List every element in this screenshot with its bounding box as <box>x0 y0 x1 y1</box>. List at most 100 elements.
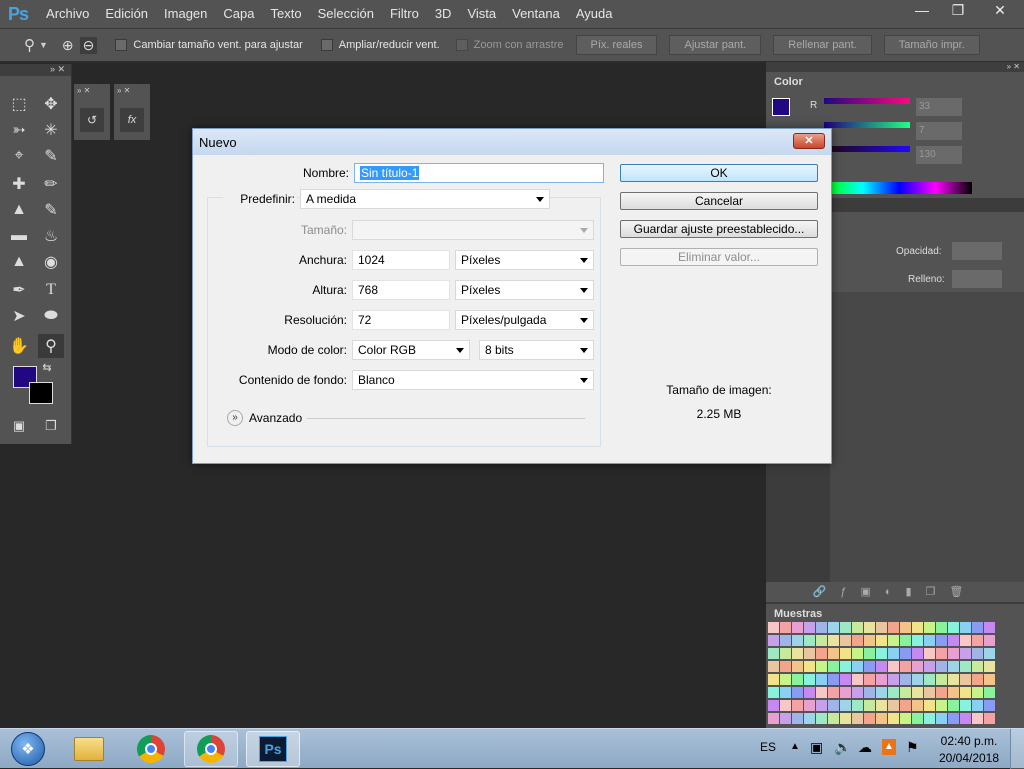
menu-ayuda[interactable]: Ayuda <box>568 0 621 28</box>
swatch[interactable] <box>912 648 923 659</box>
swatch[interactable] <box>876 674 887 685</box>
swatch[interactable] <box>780 635 791 646</box>
scrubby-zoom-checkbox[interactable] <box>455 39 468 51</box>
menu-texto[interactable]: Texto <box>262 0 309 28</box>
dodge-tool-icon[interactable]: ◉ <box>38 250 64 274</box>
eyedropper-icon[interactable]: ✎ <box>38 144 64 168</box>
blur-tool-icon[interactable]: ▲ <box>6 250 32 274</box>
chrome-user-icon[interactable] <box>184 731 238 767</box>
swatch[interactable] <box>804 713 815 724</box>
flag-icon[interactable]: ⚑ <box>906 739 919 756</box>
minimize-icon[interactable]: — <box>904 0 940 20</box>
swatch[interactable] <box>936 648 947 659</box>
red-slider[interactable] <box>824 98 910 104</box>
swatch[interactable] <box>900 648 911 659</box>
hand-tool-icon[interactable]: ✋ <box>6 334 32 358</box>
swatch[interactable] <box>864 661 875 672</box>
swatch[interactable] <box>852 622 863 633</box>
swatch[interactable] <box>924 687 935 698</box>
swatch[interactable] <box>780 674 791 685</box>
swatch[interactable] <box>768 674 779 685</box>
language-indicator[interactable]: ES <box>760 740 776 754</box>
swatch[interactable] <box>768 635 779 646</box>
color-mode-select[interactable]: Color RGB <box>352 340 470 360</box>
swatch[interactable] <box>912 674 923 685</box>
swatch[interactable] <box>816 674 827 685</box>
swatch[interactable] <box>780 622 791 633</box>
clock-time[interactable]: 02:40 p.m. <box>938 734 1000 748</box>
swatch[interactable] <box>864 674 875 685</box>
show-desktop-button[interactable] <box>1010 729 1024 769</box>
swatch[interactable] <box>828 713 839 724</box>
swatch[interactable] <box>804 674 815 685</box>
fill-input[interactable] <box>952 270 1002 288</box>
swatch[interactable] <box>852 674 863 685</box>
name-input[interactable]: Sin título-1 <box>354 163 604 183</box>
size-select[interactable] <box>352 220 594 240</box>
tray-expand-icon[interactable]: ▲ <box>790 741 800 752</box>
swatch[interactable] <box>816 622 827 633</box>
color-panel-tab[interactable]: Color <box>766 72 811 92</box>
swatch[interactable] <box>780 713 791 724</box>
chevron-down-icon[interactable]: ▼ <box>39 40 48 50</box>
swatch[interactable] <box>876 713 887 724</box>
swatch[interactable] <box>984 713 995 724</box>
screen-mode-icon[interactable]: ❐ <box>38 414 64 438</box>
swatch[interactable] <box>780 687 791 698</box>
menu-ventana[interactable]: Ventana <box>504 0 568 28</box>
swatch[interactable] <box>972 700 983 711</box>
swatch[interactable] <box>948 700 959 711</box>
menu-imagen[interactable]: Imagen <box>156 0 215 28</box>
swatch[interactable] <box>804 661 815 672</box>
swatch[interactable] <box>984 674 995 685</box>
swatch[interactable] <box>768 700 779 711</box>
resolution-unit-select[interactable]: Píxeles/pulgada <box>455 310 594 330</box>
start-button[interactable]: ❖ <box>0 731 56 767</box>
menu-archivo[interactable]: Archivo <box>38 0 97 28</box>
swatch[interactable] <box>912 661 923 672</box>
swatch[interactable] <box>852 687 863 698</box>
swatch[interactable] <box>792 635 803 646</box>
swatch[interactable] <box>864 713 875 724</box>
menu-vista[interactable]: Vista <box>459 0 504 28</box>
swatch[interactable] <box>924 700 935 711</box>
swatch[interactable] <box>816 700 827 711</box>
swatch[interactable] <box>876 661 887 672</box>
swatch[interactable] <box>780 648 791 659</box>
swatch[interactable] <box>984 635 995 646</box>
quick-mask-icon[interactable]: ▣ <box>6 414 32 438</box>
swatch[interactable] <box>960 713 971 724</box>
eraser-icon[interactable]: ▬ <box>6 224 32 248</box>
swatch[interactable] <box>900 700 911 711</box>
swatch[interactable] <box>828 661 839 672</box>
swatch[interactable] <box>972 622 983 633</box>
swatch[interactable] <box>780 700 791 711</box>
swatch[interactable] <box>840 622 851 633</box>
close-icon[interactable]: ✕ <box>793 133 825 149</box>
color-spectrum[interactable] <box>826 182 972 194</box>
paint-bucket-icon[interactable]: ♨ <box>38 224 64 248</box>
swatch[interactable] <box>840 700 851 711</box>
background-color-swatch[interactable] <box>29 382 53 404</box>
cancel-button[interactable]: Cancelar <box>620 192 818 210</box>
restore-icon[interactable]: ❐ <box>940 0 976 20</box>
swatch[interactable] <box>780 661 791 672</box>
swap-colors-icon[interactable]: ⇆ <box>40 360 54 374</box>
swatch[interactable] <box>948 674 959 685</box>
menu-edicion[interactable]: Edición <box>97 0 156 28</box>
volume-icon[interactable]: 🔈 <box>834 739 851 756</box>
swatch[interactable] <box>852 661 863 672</box>
swatch[interactable] <box>960 687 971 698</box>
swatch[interactable] <box>924 648 935 659</box>
swatch[interactable] <box>876 648 887 659</box>
swatch[interactable] <box>912 635 923 646</box>
zoom-in-icon[interactable]: ⊕ <box>62 37 74 54</box>
swatch[interactable] <box>864 622 875 633</box>
menu-seleccion[interactable]: Selección <box>310 0 382 28</box>
green-value[interactable]: 7 <box>916 122 962 140</box>
swatch[interactable] <box>876 622 887 633</box>
swatch[interactable] <box>840 648 851 659</box>
zoom-tool-icon[interactable]: ⚲ <box>38 334 64 358</box>
swatch[interactable] <box>936 661 947 672</box>
swatch[interactable] <box>864 700 875 711</box>
